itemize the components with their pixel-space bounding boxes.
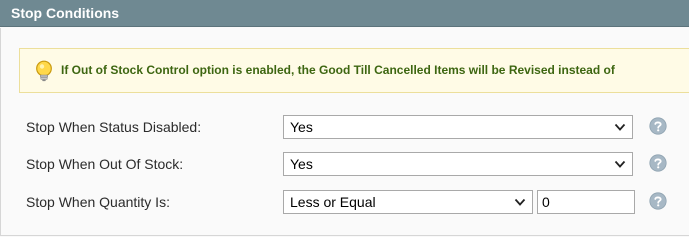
lightbulb-icon [36, 60, 52, 82]
question-circle-icon[interactable] [649, 117, 667, 135]
notice-text: If Out of Stock Control option is enable… [61, 63, 615, 77]
notice-box: If Out of Stock Control option is enable… [19, 48, 689, 93]
row-stop-when-quantity-is: Stop When Quantity Is: Less or Equal 0 [1, 190, 689, 214]
stop-quantity-label: Stop When Quantity Is: [26, 194, 170, 210]
select-value: Less or Equal [290, 194, 376, 210]
chevron-down-icon [614, 123, 626, 131]
question-circle-icon[interactable] [649, 154, 667, 172]
select-value: Yes [290, 156, 313, 172]
section-title: Stop Conditions [0, 0, 689, 27]
chevron-down-icon [514, 198, 526, 206]
row-stop-when-status-disabled: Stop When Status Disabled: Yes [1, 115, 689, 139]
quantity-value: 0 [542, 194, 550, 210]
select-value: Yes [290, 119, 313, 135]
stop-conditions-section: Stop Conditions If Out of Stock Control … [0, 0, 689, 237]
stop-quantity-input[interactable]: 0 [537, 190, 635, 214]
stop-status-disabled-label: Stop When Status Disabled: [26, 119, 202, 135]
stop-out-of-stock-label: Stop When Out Of Stock: [26, 156, 184, 172]
question-circle-icon[interactable] [649, 192, 667, 210]
row-stop-when-out-of-stock: Stop When Out Of Stock: Yes [1, 152, 689, 176]
section-body: If Out of Stock Control option is enable… [0, 28, 689, 236]
stop-quantity-condition-select[interactable]: Less or Equal [283, 190, 533, 214]
stop-out-of-stock-select[interactable]: Yes [283, 152, 633, 176]
chevron-down-icon [614, 160, 626, 168]
stop-status-disabled-select[interactable]: Yes [283, 115, 633, 139]
